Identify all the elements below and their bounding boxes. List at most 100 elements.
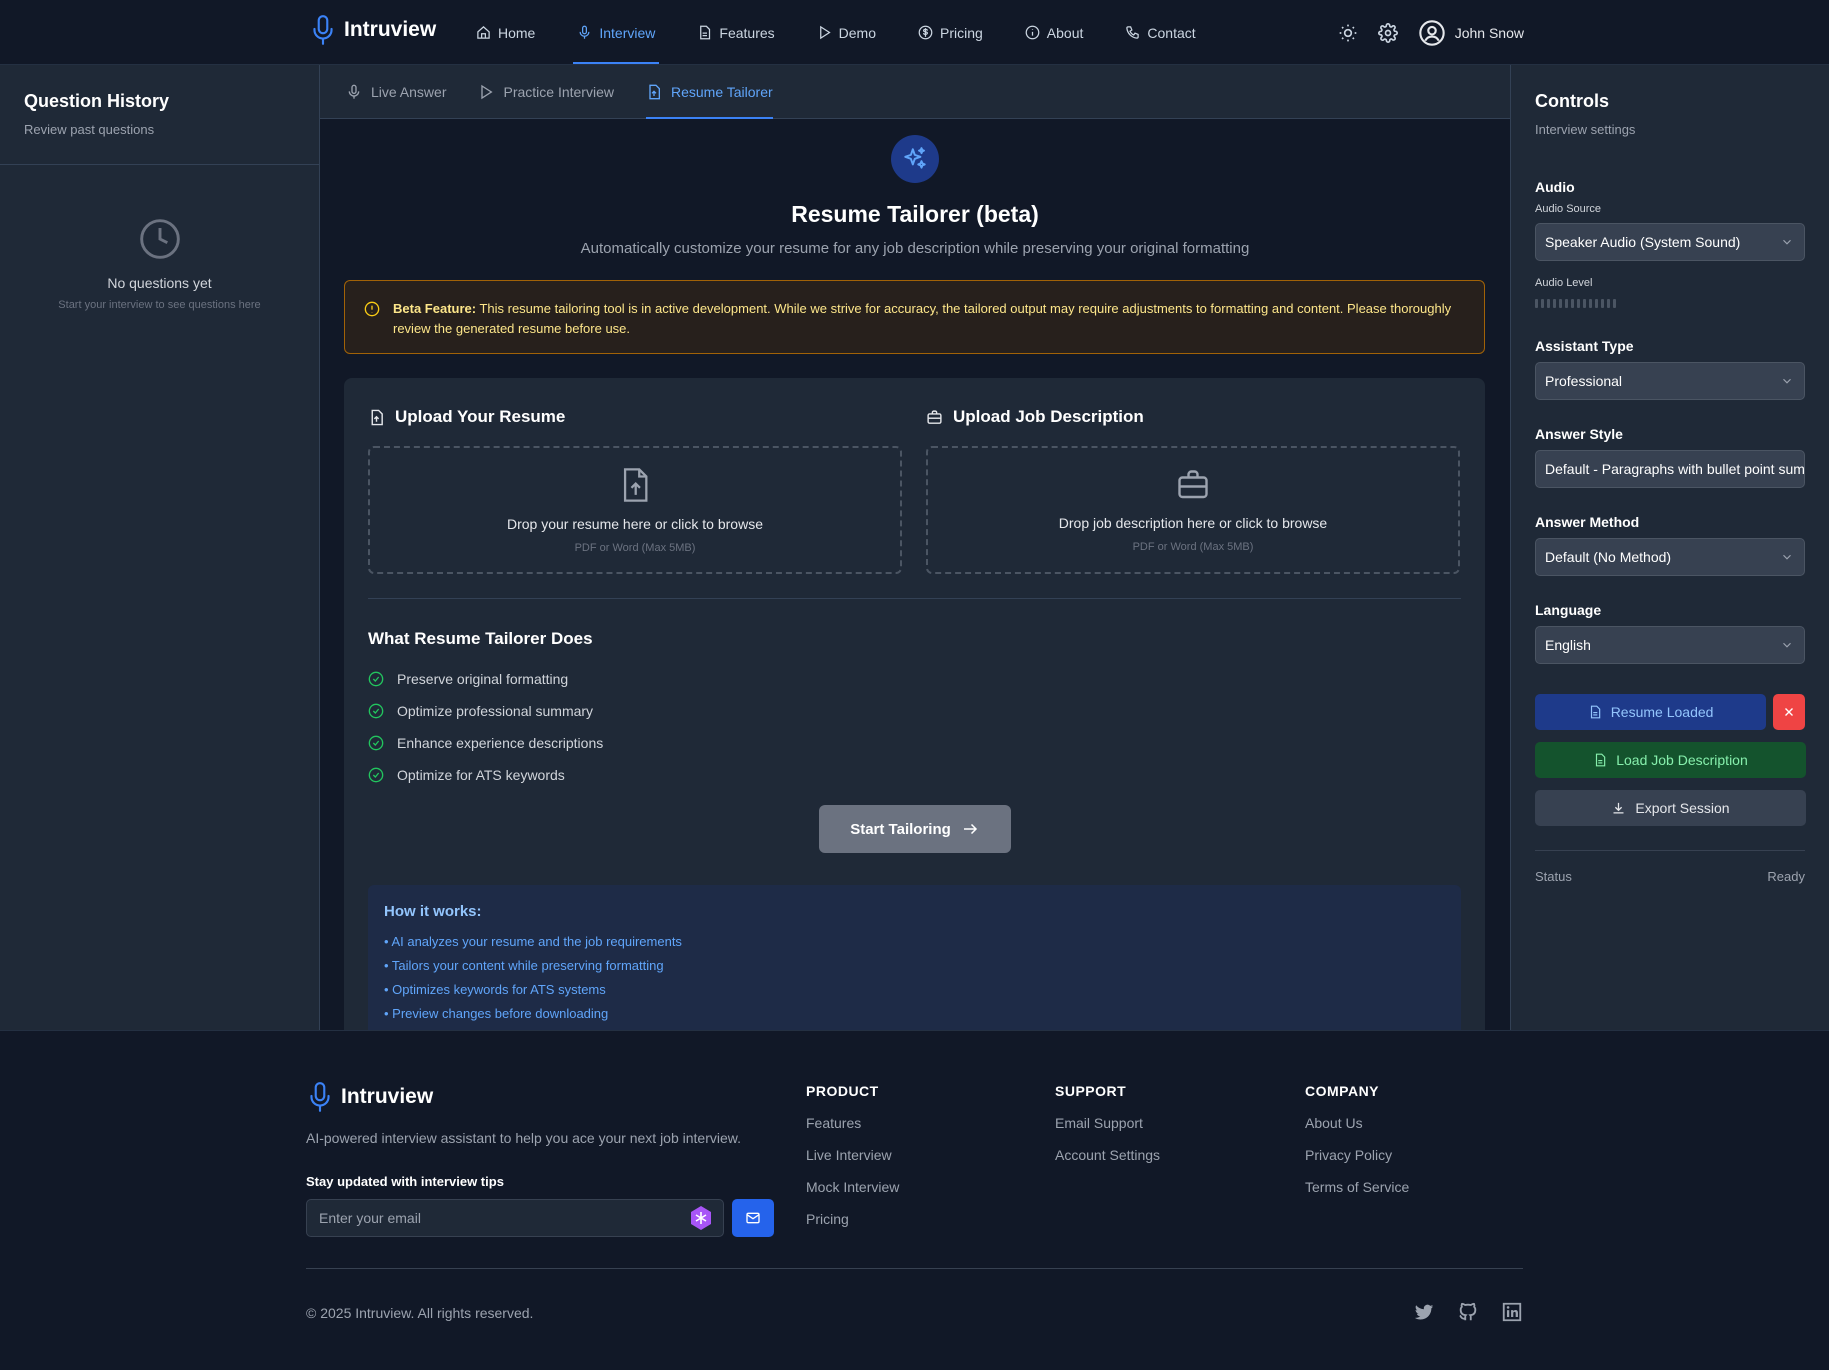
question-history-header: Question History Review past questions	[0, 65, 319, 165]
footer-link[interactable]: Terms of Service	[1305, 1179, 1409, 1195]
top-header: Intruview Home Interview Features Demo P…	[0, 0, 1829, 65]
chevron-down-icon	[1780, 550, 1794, 564]
subscribe-button[interactable]	[732, 1199, 774, 1237]
twitter-icon[interactable]	[1413, 1301, 1435, 1323]
brand-logo[interactable]: Intruview	[310, 14, 436, 46]
upload-job-column: Upload Job Description Drop job descript…	[926, 402, 1460, 574]
github-icon[interactable]	[1457, 1301, 1479, 1323]
dropzone-text: Drop your resume here or click to browse	[507, 516, 763, 532]
nav-about[interactable]: About	[1021, 0, 1088, 65]
footer-column-title: PRODUCT	[806, 1083, 879, 1099]
chevron-down-icon	[1780, 374, 1794, 388]
check-circle-icon	[368, 735, 384, 751]
file-icon	[1593, 753, 1607, 767]
start-tailoring-button[interactable]: Start Tailoring	[818, 805, 1011, 853]
answer-method-select[interactable]: Default (No Method)	[1535, 538, 1805, 576]
button-label: Start Tailoring	[850, 820, 951, 838]
button-label: Load Job Description	[1616, 752, 1748, 768]
select-value: Professional	[1545, 373, 1623, 389]
resume-dropzone[interactable]: Drop your resume here or click to browse…	[368, 446, 902, 574]
list-item: Optimize for ATS keywords	[368, 759, 1461, 791]
nav-pricing[interactable]: Pricing	[914, 0, 987, 65]
empty-state: No questions yet Start your interview to…	[0, 165, 319, 311]
how-it-works-box: How it works: • AI analyzes your resume …	[368, 885, 1461, 1030]
footer-link[interactable]: Account Settings	[1055, 1147, 1160, 1163]
feature-label: Optimize professional summary	[397, 703, 594, 719]
footer-column-title: SUPPORT	[1055, 1083, 1127, 1099]
nav-contact[interactable]: Contact	[1121, 0, 1199, 65]
user-circle-icon	[1418, 19, 1446, 47]
remove-resume-button[interactable]	[1773, 694, 1805, 730]
assistant-type-select[interactable]: Professional	[1535, 362, 1805, 400]
tailor-card: Upload Your Resume Drop your resume here…	[344, 378, 1485, 1030]
check-circle-icon	[368, 767, 384, 783]
tab-label: Live Answer	[371, 83, 447, 100]
linkedin-icon[interactable]	[1501, 1301, 1523, 1323]
footer-link[interactable]: Features	[806, 1115, 899, 1131]
footer: Intruview AI-powered interview assistant…	[0, 1030, 1829, 1370]
play-icon	[478, 84, 494, 100]
footer-link[interactable]: About Us	[1305, 1115, 1409, 1131]
how-it-works-item: • Tailors your content while preserving …	[384, 958, 664, 973]
select-value: Speaker Audio (System Sound)	[1545, 234, 1741, 250]
newsletter-email-input[interactable]: Enter your email	[306, 1199, 724, 1237]
tab-practice-interview[interactable]: Practice Interview	[478, 65, 614, 119]
nav-home[interactable]: Home	[472, 0, 539, 65]
features-list: Preserve original formatting Optimize pr…	[368, 663, 1461, 791]
resume-loaded-button[interactable]: Resume Loaded	[1535, 694, 1767, 730]
footer-column-title: COMPANY	[1305, 1083, 1380, 1099]
question-history-title: Question History	[24, 91, 170, 111]
upload-section: Upload Your Resume Drop your resume here…	[368, 402, 1461, 574]
how-it-works-title: How it works:	[384, 903, 482, 920]
answer-method-label: Answer Method	[1535, 514, 1640, 530]
audio-level-meter	[1535, 299, 1805, 308]
language-select[interactable]: English	[1535, 626, 1805, 664]
check-circle-icon	[368, 671, 384, 687]
button-label: Resume Loaded	[1610, 704, 1714, 720]
header-actions: John Snow	[1338, 0, 1524, 65]
question-history-subtitle: Review past questions	[24, 122, 155, 137]
section-divider	[368, 598, 1461, 599]
nav-features[interactable]: Features	[693, 0, 778, 65]
tailor-hero: Resume Tailorer (beta) Automatically cus…	[320, 119, 1510, 257]
audio-level-label: Audio Level	[1535, 277, 1593, 289]
empty-state-subtitle: Start your interview to see questions he…	[58, 299, 261, 311]
dropzone-text: Drop job description here or click to br…	[1058, 515, 1328, 531]
tab-live-answer[interactable]: Live Answer	[346, 65, 446, 119]
gear-icon[interactable]	[1377, 22, 1398, 43]
load-job-description-button[interactable]: Load Job Description	[1535, 742, 1806, 778]
check-circle-icon	[368, 703, 384, 719]
file-upload-icon	[368, 409, 385, 426]
footer-link[interactable]: Mock Interview	[806, 1179, 899, 1195]
status-value: Ready	[1767, 869, 1805, 884]
email-placeholder: Enter your email	[319, 1210, 421, 1226]
feature-label: Optimize for ATS keywords	[397, 767, 565, 783]
export-session-button[interactable]: Export Session	[1535, 790, 1806, 826]
sun-icon[interactable]	[1338, 23, 1358, 43]
nav-demo[interactable]: Demo	[813, 0, 880, 65]
footer-link[interactable]: Live Interview	[806, 1147, 899, 1163]
info-icon	[1025, 25, 1040, 40]
footer-link[interactable]: Email Support	[1055, 1115, 1160, 1131]
answer-style-label: Answer Style	[1535, 426, 1623, 442]
upload-job-title: Upload Job Description	[953, 407, 1144, 426]
nav-label: Interview	[599, 24, 656, 41]
user-menu[interactable]: John Snow	[1418, 19, 1524, 47]
copyright: © 2025 Intruview. All rights reserved.	[306, 1305, 534, 1321]
tab-resume-tailorer[interactable]: Resume Tailorer	[645, 65, 773, 119]
footer-brand[interactable]: Intruview	[307, 1081, 433, 1113]
extension-badge-icon	[689, 1205, 713, 1231]
list-item: Preserve original formatting	[368, 663, 1461, 695]
nav-interview[interactable]: Interview	[573, 0, 660, 65]
audio-source-select[interactable]: Speaker Audio (System Sound)	[1535, 223, 1805, 261]
controls-subtitle: Interview settings	[1535, 122, 1636, 137]
status-label: Status	[1535, 869, 1572, 884]
footer-column-product: PRODUCT Features Live Interview Mock Int…	[806, 1083, 899, 1227]
social-links	[1413, 1301, 1523, 1323]
footer-link[interactable]: Pricing	[806, 1211, 899, 1227]
answer-style-input[interactable]: Default - Paragraphs with bullet point s…	[1535, 450, 1805, 488]
footer-divider	[306, 1268, 1523, 1269]
job-dropzone[interactable]: Drop job description here or click to br…	[926, 446, 1460, 574]
footer-link[interactable]: Privacy Policy	[1305, 1147, 1409, 1163]
main-nav: Home Interview Features Demo Pricing Abo…	[472, 0, 1234, 65]
